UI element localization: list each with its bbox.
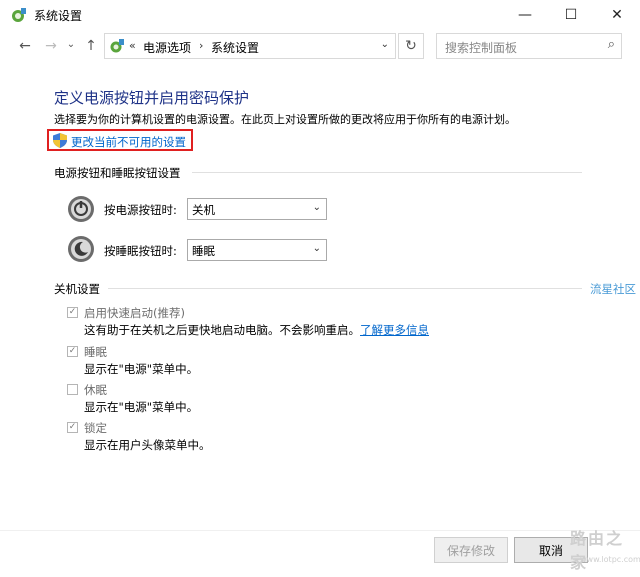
- breadcrumb-system-settings[interactable]: 系统设置: [211, 39, 259, 56]
- control-panel-icon: [12, 8, 26, 22]
- section-divider: [108, 288, 582, 289]
- watermark-url: www.lotpc.com: [580, 555, 640, 564]
- power-button-select[interactable]: 关机 ⌄: [187, 198, 327, 220]
- footer-divider: [0, 530, 640, 531]
- fast-startup-label: 启用快速启动(推荐): [84, 306, 185, 320]
- search-box[interactable]: 搜索控制面板 ⌕: [436, 33, 622, 59]
- control-panel-icon: [110, 39, 124, 53]
- breadcrumb-separator-icon[interactable]: ›: [199, 39, 203, 52]
- fast-startup-description: 这有助于在关机之后更快地启动电脑。不会影响重启。了解更多信息: [84, 322, 429, 338]
- title-bar: 系统设置 — ☐ ✕: [0, 0, 640, 30]
- sleep-button-select[interactable]: 睡眠 ⌄: [187, 239, 327, 261]
- lock-label: 锁定: [84, 421, 107, 435]
- forward-arrow-icon[interactable]: →: [42, 38, 60, 54]
- page-description: 选择要为你的计算机设置的电源设置。在此页上对设置所做的更改将应用于你所有的电源计…: [54, 113, 516, 126]
- highlight-box: 更改当前不可用的设置: [47, 129, 193, 151]
- hibernate-label: 休眠: [84, 383, 107, 397]
- search-icon[interactable]: ⌕: [608, 37, 615, 52]
- maximize-icon: ☐: [564, 7, 578, 23]
- change-unavailable-settings-link[interactable]: 更改当前不可用的设置: [71, 134, 186, 150]
- hibernate-checkbox[interactable]: [67, 384, 78, 395]
- side-watermark: 流星社区: [590, 282, 636, 296]
- power-button-value: 关机: [192, 203, 215, 217]
- recent-locations-icon[interactable]: ⌄: [62, 39, 80, 50]
- maximize-button[interactable]: ☐: [548, 0, 594, 30]
- power-button-label: 按电源按钮时:: [104, 203, 177, 217]
- overflow-icon[interactable]: «: [129, 39, 136, 52]
- sleep-label: 睡眠: [84, 345, 107, 359]
- close-button[interactable]: ✕: [594, 0, 640, 30]
- hibernate-description: 显示在"电源"菜单中。: [84, 400, 199, 414]
- minimize-icon: —: [518, 7, 532, 23]
- shutdown-section-title: 关机设置: [54, 282, 100, 296]
- sleep-description: 显示在"电源"菜单中。: [84, 362, 199, 376]
- save-button[interactable]: 保存修改: [434, 537, 508, 563]
- chevron-down-icon: ⌄: [312, 243, 321, 254]
- lock-checkbox[interactable]: ✓: [67, 422, 78, 433]
- uac-shield-icon: [53, 133, 67, 148]
- address-bar[interactable]: « 电源选项 › 系统设置 ⌄: [104, 33, 396, 59]
- page-title: 定义电源按钮并启用密码保护: [54, 89, 250, 107]
- breadcrumb-power-options[interactable]: 电源选项: [143, 39, 191, 56]
- sleep-button-icon: [68, 236, 94, 262]
- up-arrow-icon[interactable]: ↑: [82, 38, 100, 54]
- sleep-button-label: 按睡眠按钮时:: [104, 244, 177, 258]
- lock-description: 显示在用户头像菜单中。: [84, 438, 211, 452]
- minimize-button[interactable]: —: [502, 0, 548, 30]
- power-button-icon: [68, 196, 94, 222]
- refresh-button[interactable]: ↻: [398, 33, 424, 59]
- learn-more-link[interactable]: 了解更多信息: [360, 323, 429, 337]
- refresh-icon: ↻: [405, 38, 417, 54]
- section-divider: [192, 172, 582, 173]
- sleep-button-value: 睡眠: [192, 244, 215, 258]
- power-section-title: 电源按钮和睡眠按钮设置: [54, 166, 181, 180]
- watermark-logo: 路由之家: [570, 529, 625, 572]
- back-arrow-icon[interactable]: ←: [16, 38, 34, 54]
- chevron-down-icon: ⌄: [312, 202, 321, 213]
- window-title: 系统设置: [34, 9, 83, 23]
- close-icon: ✕: [611, 7, 623, 23]
- navigation-bar: ← → ⌄ ↑ « 电源选项 › 系统设置 ⌄ ↻ 搜索控制面板 ⌕: [0, 30, 640, 66]
- fast-startup-desc-text: 这有助于在关机之后更快地启动电脑。不会影响重启。: [84, 323, 360, 337]
- search-placeholder: 搜索控制面板: [445, 41, 518, 55]
- address-dropdown-icon[interactable]: ⌄: [381, 39, 389, 50]
- fast-startup-checkbox[interactable]: ✓: [67, 307, 78, 318]
- sleep-checkbox[interactable]: ✓: [67, 346, 78, 357]
